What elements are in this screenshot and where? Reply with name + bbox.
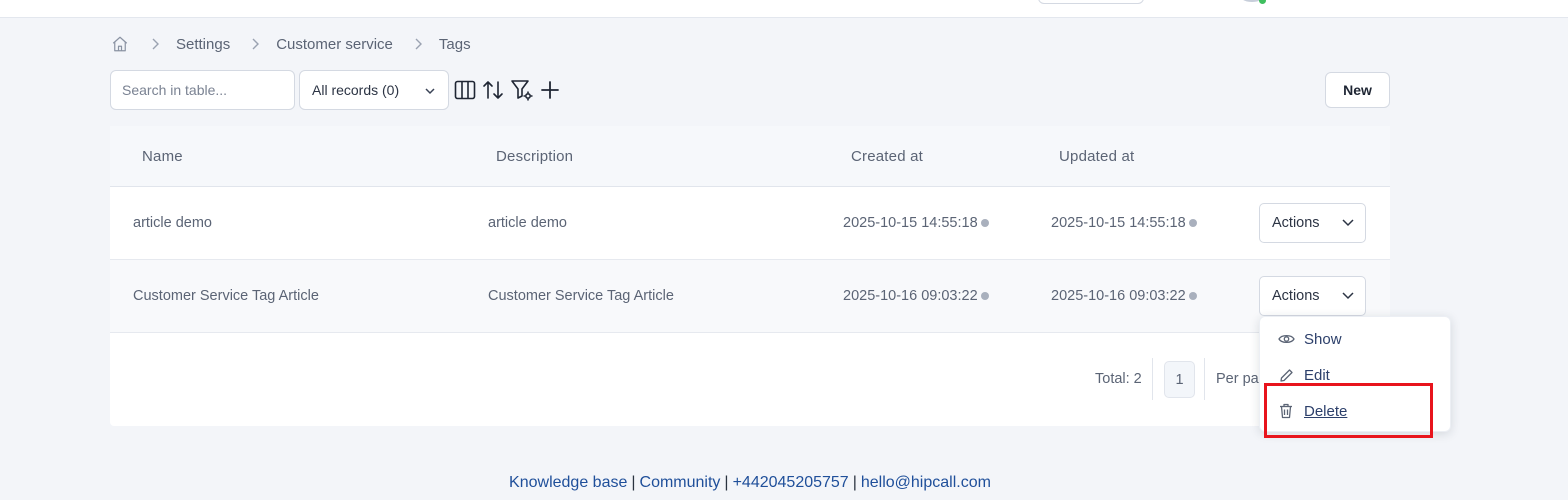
column-header-updated-at[interactable]: Updated at [1059,148,1134,165]
info-icon[interactable] [980,219,989,227]
breadcrumb-customer-service[interactable]: Customer service [276,36,393,53]
phone-link[interactable]: +442045205757 [733,474,849,491]
footer-separator: | [724,474,729,491]
records-filter-select[interactable]: All records (0) [299,70,449,110]
chevron-right-icon [410,38,426,50]
table-header: Name Description Created at Updated at [110,126,1390,187]
actions-label: Actions [1272,288,1320,304]
online-status-dot [1259,0,1266,4]
chevron-right-icon [147,38,163,50]
table-row[interactable]: Customer Service Tag Article Customer Se… [110,260,1390,333]
menu-item-label: Show [1304,330,1342,348]
column-header-description[interactable]: Description [496,148,573,165]
menu-item-edit[interactable]: Edit [1260,358,1452,392]
top-bar-button[interactable] [1038,0,1144,4]
actions-dropdown-menu: Show Edit Delete [1259,316,1451,432]
columns-icon[interactable] [453,78,477,102]
updated-at-value: 2025-10-15 14:55:18 [1051,215,1186,231]
breadcrumb-tags: Tags [438,35,471,53]
chevron-down-icon [424,84,436,100]
updated-at-value: 2025-10-16 09:03:22 [1051,288,1186,304]
search-input[interactable] [110,70,295,110]
trash-icon [1277,402,1295,420]
breadcrumb: Settings Customer service Tags [110,33,471,55]
actions-button[interactable]: Actions [1259,276,1366,316]
records-filter-value: All records (0) [312,82,400,98]
email-link[interactable]: hello@hipcall.com [861,474,991,491]
page-footer: Knowledge base | Community | +442045205757 | h… [0,474,1500,492]
created-at-value: 2025-10-15 14:55:18 [843,215,978,231]
page-button-1[interactable]: 1 [1164,361,1195,398]
column-header-name[interactable]: Name [142,148,183,165]
actions-label: Actions [1272,215,1320,231]
menu-item-label: Delete [1304,402,1348,420]
created-at-value: 2025-10-16 09:03:22 [843,288,978,304]
cell-created-at: 2025-10-16 09:03:22 [843,288,989,304]
cell-name: article demo [133,215,212,231]
footer-separator: | [852,474,857,491]
chevron-down-icon [1341,217,1355,233]
total-count: Total: 2 [1095,371,1142,387]
plus-icon[interactable] [538,78,562,102]
cell-created-at: 2025-10-15 14:55:18 [843,215,989,231]
table-row[interactable]: article demo article demo 2025-10-15 14:… [110,187,1390,260]
info-icon[interactable] [980,292,989,300]
per-page-label[interactable]: Per pa [1216,371,1259,387]
footer-separator: | [631,474,636,491]
menu-item-show[interactable]: Show [1260,322,1452,356]
cell-description: Customer Service Tag Article [488,288,674,304]
column-header-created-at[interactable]: Created at [851,148,923,165]
chevron-down-icon [1341,290,1355,306]
cell-description: article demo [488,215,567,231]
cell-updated-at: 2025-10-15 14:55:18 [1051,215,1197,231]
chevron-right-icon [247,38,263,50]
pencil-icon [1277,366,1295,384]
filter-settings-icon[interactable] [510,78,534,102]
top-bar [0,0,1568,18]
info-icon[interactable] [1188,292,1197,300]
knowledge-base-link[interactable]: Knowledge base [509,474,627,491]
eye-icon [1277,330,1295,348]
home-icon[interactable] [110,34,130,54]
breadcrumb-settings[interactable]: Settings [176,36,230,53]
actions-button[interactable]: Actions [1259,203,1366,243]
cell-updated-at: 2025-10-16 09:03:22 [1051,288,1197,304]
sort-icon[interactable] [481,78,505,102]
tags-table: Name Description Created at Updated at a… [110,126,1390,426]
menu-item-label: Edit [1304,366,1330,384]
pagination-divider [1152,358,1153,400]
info-icon[interactable] [1188,219,1197,227]
community-link[interactable]: Community [640,474,721,491]
menu-item-delete[interactable]: Delete [1260,394,1452,428]
new-button[interactable]: New [1325,72,1390,108]
pagination-divider [1204,358,1205,400]
cell-name: Customer Service Tag Article [133,288,319,304]
